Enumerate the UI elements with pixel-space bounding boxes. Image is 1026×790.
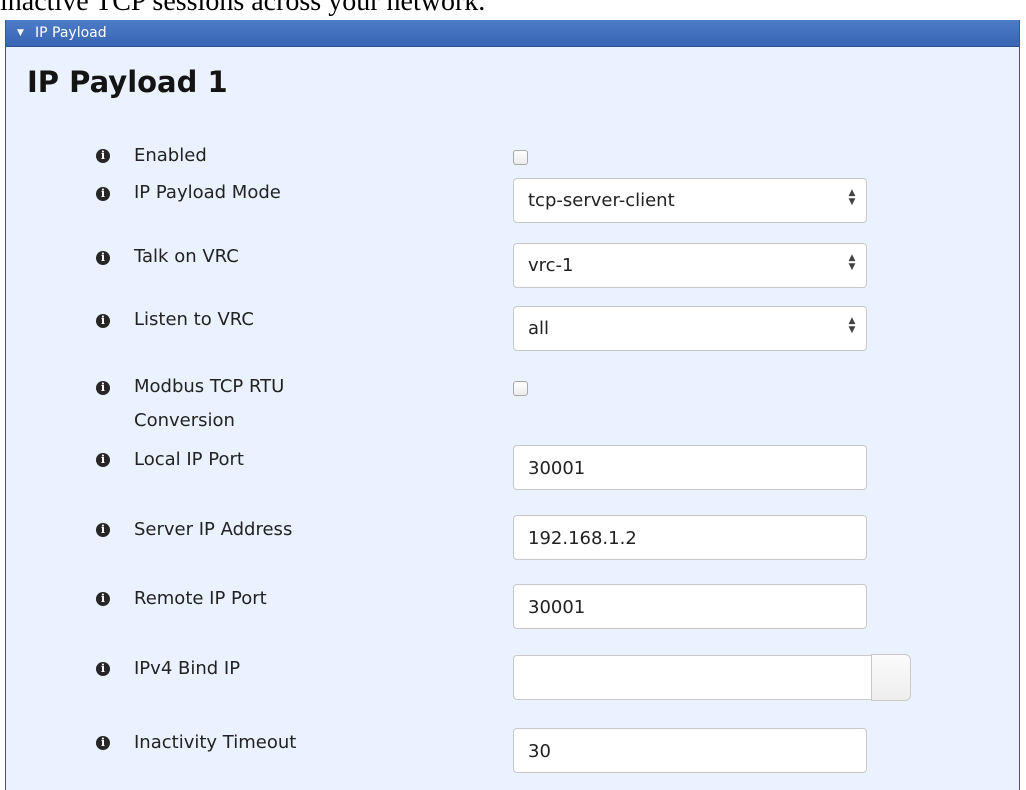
local-ip-port-value: 30001 <box>528 458 586 479</box>
modbus-checkbox[interactable] <box>513 381 528 396</box>
listen-to-vrc-value: all <box>528 318 550 339</box>
info-icon[interactable]: i <box>96 453 110 467</box>
inactivity-timeout-value: 30 <box>528 741 551 762</box>
info-icon[interactable]: i <box>96 381 110 395</box>
remote-ip-port-value: 30001 <box>528 597 586 618</box>
ip-payload-panel: ▼ IP Payload IP Payload 1 i Enabled i IP… <box>5 20 1020 790</box>
ip-payload-mode-value: tcp-server-client <box>528 190 675 211</box>
section-title: IP Payload 1 <box>27 65 228 99</box>
updown-arrows-icon: ▲ ▼ <box>848 253 856 272</box>
updown-arrows-icon: ▲ ▼ <box>848 316 856 335</box>
panel-header-ip-payload[interactable]: ▼ IP Payload <box>6 20 1019 47</box>
info-icon[interactable]: i <box>96 736 110 750</box>
ipv4-bind-ip-input[interactable] <box>513 655 873 700</box>
listen-to-vrc-label: Listen to VRC <box>134 309 254 330</box>
info-icon[interactable]: i <box>96 314 110 328</box>
remote-ip-port-input[interactable]: 30001 <box>513 584 867 629</box>
enabled-label: Enabled <box>134 145 207 166</box>
server-ip-address-label: Server IP Address <box>134 519 293 540</box>
modbus-label-line2: Conversion <box>134 410 235 431</box>
listen-to-vrc-select[interactable]: all ▲ ▼ <box>513 306 867 351</box>
local-ip-port-input[interactable]: 30001 <box>513 445 867 490</box>
updown-arrows-icon: ▲ ▼ <box>848 188 856 207</box>
local-ip-port-label: Local IP Port <box>134 449 244 470</box>
info-icon[interactable]: i <box>96 523 110 537</box>
caret-down-icon: ▼ <box>17 28 24 38</box>
remote-ip-port-label: Remote IP Port <box>134 588 267 609</box>
talk-on-vrc-label: Talk on VRC <box>134 246 239 267</box>
ipv4-bind-ip-label: IPv4 Bind IP <box>134 658 241 679</box>
info-icon[interactable]: i <box>96 592 110 606</box>
info-icon[interactable]: i <box>96 187 110 201</box>
top-description-text: inactive TCP sessions across your networ… <box>0 0 486 17</box>
info-icon[interactable]: i <box>96 251 110 265</box>
ip-payload-mode-label: IP Payload Mode <box>134 182 281 203</box>
server-ip-address-input[interactable]: 192.168.1.2 <box>513 515 867 560</box>
enabled-checkbox[interactable] <box>513 150 528 165</box>
inactivity-timeout-input[interactable]: 30 <box>513 728 867 773</box>
info-icon[interactable]: i <box>96 149 110 163</box>
ip-payload-mode-select[interactable]: tcp-server-client ▲ ▼ <box>513 178 867 223</box>
info-icon[interactable]: i <box>96 662 110 676</box>
talk-on-vrc-value: vrc-1 <box>528 255 574 276</box>
panel-header-label: IP Payload <box>35 25 107 41</box>
server-ip-address-value: 192.168.1.2 <box>528 528 637 549</box>
talk-on-vrc-select[interactable]: vrc-1 ▲ ▼ <box>513 243 867 288</box>
ipv4-bind-ip-picker-button[interactable] <box>871 654 911 701</box>
modbus-label-line1: Modbus TCP RTU <box>134 376 285 397</box>
inactivity-timeout-label: Inactivity Timeout <box>134 732 297 753</box>
